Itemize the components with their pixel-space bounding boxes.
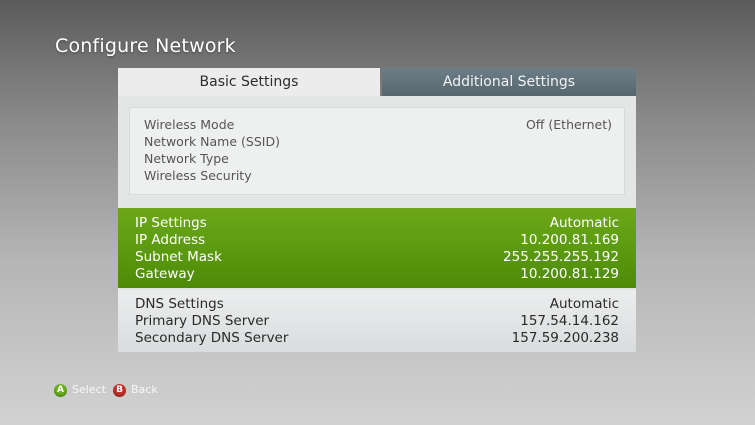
page-title: Configure Network xyxy=(55,35,236,57)
subnet-mask-row: Subnet Mask 255.255.255.192 xyxy=(135,249,619,266)
primary-dns-value: 157.54.14.162 xyxy=(520,313,619,329)
dns-settings-row: DNS Settings Automatic xyxy=(135,296,619,313)
dns-settings-label: DNS Settings xyxy=(135,296,224,312)
wireless-security-row: Wireless Security xyxy=(144,167,612,184)
primary-dns-label: Primary DNS Server xyxy=(135,313,270,329)
dns-settings-group[interactable]: DNS Settings Automatic Primary DNS Serve… xyxy=(118,290,636,352)
tab-basic-settings[interactable]: Basic Settings xyxy=(118,68,380,96)
back-label: Back xyxy=(131,383,158,396)
gateway-row: Gateway 10.200.81.129 xyxy=(135,266,619,283)
tab-bar: Basic Settings Additional Settings xyxy=(118,68,636,96)
primary-dns-row: Primary DNS Server 157.54.14.162 xyxy=(135,313,619,330)
ip-address-value: 10.200.81.169 xyxy=(520,232,619,248)
wireless-settings-group[interactable]: Wireless Mode Off (Ethernet) Network Nam… xyxy=(129,107,625,195)
ip-address-row: IP Address 10.200.81.169 xyxy=(135,232,619,249)
select-label: Select xyxy=(72,383,106,396)
subnet-mask-value: 255.255.255.192 xyxy=(503,249,619,265)
wireless-mode-value: Off (Ethernet) xyxy=(525,117,612,132)
wireless-mode-label: Wireless Mode xyxy=(144,117,235,132)
subnet-mask-label: Subnet Mask xyxy=(135,249,222,265)
network-settings-panel: Basic Settings Additional Settings Wirel… xyxy=(118,68,636,352)
dns-settings-value: Automatic xyxy=(549,296,619,312)
secondary-dns-value: 157.59.200.238 xyxy=(511,330,619,346)
gateway-label: Gateway xyxy=(135,266,195,282)
ip-settings-group[interactable]: IP Settings Automatic IP Address 10.200.… xyxy=(118,208,636,288)
b-button-icon: B xyxy=(113,383,126,397)
tab-additional-settings[interactable]: Additional Settings xyxy=(382,68,636,96)
select-hint[interactable]: A Select xyxy=(54,382,106,398)
secondary-dns-label: Secondary DNS Server xyxy=(135,330,289,346)
wireless-mode-row: Wireless Mode Off (Ethernet) xyxy=(144,116,612,133)
back-hint[interactable]: B Back xyxy=(113,382,158,398)
network-type-label: Network Type xyxy=(144,151,229,166)
network-type-row: Network Type xyxy=(144,150,612,167)
secondary-dns-row: Secondary DNS Server 157.59.200.238 xyxy=(135,330,619,347)
a-button-icon: A xyxy=(54,383,67,397)
wireless-security-label: Wireless Security xyxy=(144,168,252,183)
ip-address-label: IP Address xyxy=(135,232,206,248)
network-name-row: Network Name (SSID) xyxy=(144,133,612,150)
ip-settings-value: Automatic xyxy=(549,215,619,231)
basic-settings-content: Wireless Mode Off (Ethernet) Network Nam… xyxy=(118,96,636,352)
gateway-value: 10.200.81.129 xyxy=(520,266,619,282)
ip-settings-label: IP Settings xyxy=(135,215,207,231)
ip-settings-row: IP Settings Automatic xyxy=(135,215,619,232)
network-name-label: Network Name (SSID) xyxy=(144,134,280,149)
